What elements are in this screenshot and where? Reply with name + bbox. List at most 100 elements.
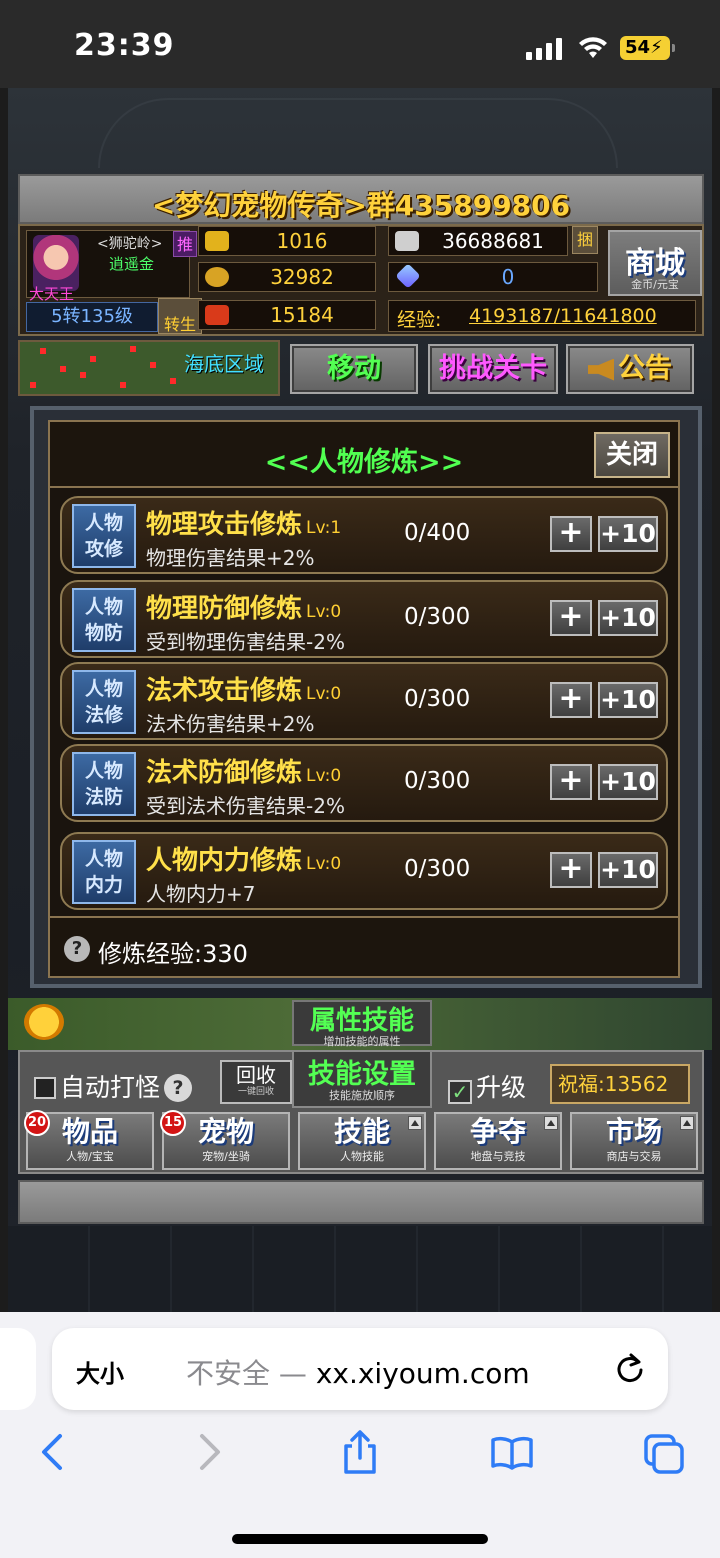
add-one-button[interactable]: + [550,516,592,552]
skill-setting-label: 技能设置 [308,1059,416,1090]
menu-items-button[interactable]: 20 物品 人物/宝宝 [24,1110,154,1170]
icon-label-top: 人物 [84,760,123,782]
pets-badge: 15 [160,1110,186,1136]
training-item-level: Lv:0 [306,684,342,704]
tabs-icon[interactable] [642,1428,686,1476]
training-item: 人物 攻修 物理攻击修炼 Lv:1 物理伤害结果+2% 0/400 + +10 [60,496,668,574]
silver-resource: 36688681 [388,226,568,256]
menu-market-button[interactable]: 市场 商店与交易 [570,1112,698,1170]
physical-attack-training-icon: 人物 攻修 [72,504,136,568]
exp-value[interactable]: 4193187/11641800 [469,305,657,327]
auto-fight-checkbox[interactable] [34,1077,56,1099]
add-ten-button[interactable]: +10 [598,600,658,636]
auto-fight-label: 自动打怪 [60,1073,161,1102]
auto-upgrade-toggle[interactable]: ✓ 升级 [448,1068,526,1104]
icon-label-bottom: 法防 [84,786,123,808]
player-level: 5转135级 [26,302,158,332]
skill-setting-tab[interactable]: 技能设置 技能施放顺序 [292,1050,432,1108]
expand-up-icon [408,1116,422,1130]
add-ten-button[interactable]: +10 [598,852,658,888]
text-size-button[interactable]: 大小 [76,1354,124,1389]
bookmarks-icon[interactable] [490,1428,534,1476]
minimap[interactable]: 海底区域 [18,340,280,396]
url-text[interactable]: 不安全 — xx.xiyoum.com [186,1352,530,1392]
add-ten-button[interactable]: +10 [598,764,658,800]
blessing-button[interactable]: 祝福:13562 [550,1064,690,1104]
bind-button[interactable]: 捆 [572,226,598,254]
icon-label-bottom: 物防 [84,622,123,644]
background-arch [98,98,618,168]
share-icon[interactable] [338,1428,382,1476]
forward-icon[interactable] [186,1428,230,1476]
training-item-desc: 法术伤害结果+2% [146,712,315,736]
menu-contest-button[interactable]: 争夺 地盘与竞技 [434,1112,562,1170]
notice-button[interactable]: 公告 [566,344,694,394]
help-icon[interactable]: ? [64,936,90,962]
add-ten-button[interactable]: +10 [598,516,658,552]
player-name: 大天王 [29,285,75,303]
bottom-frame [18,1180,704,1224]
add-one-button[interactable]: + [550,852,592,888]
previous-tab[interactable] [0,1328,36,1410]
checkmark-icon[interactable]: ✓ [448,1080,472,1104]
home-indicator[interactable] [232,1534,488,1544]
player-card[interactable]: 大天王 <狮驼岭> 逍遥金 推 [26,230,197,303]
back-icon[interactable] [32,1428,76,1476]
map-name: 海底区域 [184,352,264,376]
icon-label-top: 人物 [84,596,123,618]
menu-pets-button[interactable]: 15 宠物 宠物/坐骑 [160,1110,290,1170]
move-button[interactable]: 移动 [290,344,418,394]
menu-label: 市场 [605,1115,662,1148]
challenge-button[interactable]: 挑战关卡 [428,344,558,394]
training-dialog: <<人物修炼>> 关闭 人物 攻修 物理攻击修炼 Lv:1 物理伤害结果+2% 0/… [30,406,702,988]
training-item-progress: 0/300 [404,686,471,712]
training-item-desc: 人物内力+7 [146,882,256,906]
rebirth-button[interactable]: 转生 [158,298,202,334]
magic-defense-training-icon: 人物 法防 [72,752,136,816]
gold-value: 1016 [276,229,328,253]
icon-label-top: 人物 [84,678,123,700]
push-button[interactable]: 推 [173,231,197,257]
menu-skills-button[interactable]: 技能 人物技能 [298,1112,426,1170]
add-one-button[interactable]: + [550,764,592,800]
emoji-icon[interactable] [24,1004,64,1040]
physical-defense-training-icon: 人物 物防 [72,588,136,652]
add-one-button[interactable]: + [550,682,592,718]
training-item-title: 物理防御修炼 [146,594,303,624]
auto-fight-toggle[interactable]: 自动打怪? [34,1068,193,1104]
ingot-value: 32982 [270,265,334,289]
cellular-signal-icon [526,38,562,60]
attribute-skill-label: 属性技能 [309,1006,414,1036]
game-title: <梦幻宠物传奇>群435899806 [151,189,571,222]
experience-bar: 经验: 4193187/11641800 [388,300,696,332]
status-time: 23:39 [74,28,175,63]
exp-label: 经验: [397,309,442,331]
upgrade-label: 升级 [476,1073,527,1102]
training-exp: 修炼经验:330 [98,940,248,968]
help-icon[interactable]: ? [164,1074,193,1102]
address-bar[interactable]: 大小 不安全 — xx.xiyoum.com [52,1328,668,1410]
shop-button[interactable]: 商城 金币/元宝 [608,230,702,296]
menu-sublabel: 地盘与竞技 [470,1150,526,1163]
recycle-button[interactable]: 回收 一键回收 [220,1060,292,1104]
silver-value: 36688681 [442,229,544,253]
reload-icon[interactable] [614,1352,646,1384]
battle-value: 15184 [270,303,334,327]
training-footer: ? 修炼经验:330 [50,916,678,976]
status-bar: 23:39 54⚡ [0,0,720,88]
battle-resource: 15184 [198,300,376,330]
recycle-sublabel: 一键回收 [237,1087,274,1097]
training-item-desc: 受到法术伤害结果-2% [146,794,345,818]
game-title-bar: <梦幻宠物传奇>群435899806 [18,174,704,224]
add-one-button[interactable]: + [550,600,592,636]
player-hud: 大天王 <狮驼岭> 逍遥金 推 5转135级 转生 1016 36688681 … [18,224,704,336]
close-button[interactable]: 关闭 [594,432,670,478]
insecure-label: 不安全 — [186,1357,307,1390]
training-item-progress: 0/400 [404,520,471,546]
training-item-level: Lv:0 [306,854,342,874]
training-item-title: 人物内力修炼 [146,846,303,876]
attribute-skill-tab[interactable]: 属性技能 增加技能的属性 [292,1000,432,1048]
add-ten-button[interactable]: +10 [598,682,658,718]
icon-label-top: 人物 [84,512,123,534]
wifi-icon [579,37,607,58]
